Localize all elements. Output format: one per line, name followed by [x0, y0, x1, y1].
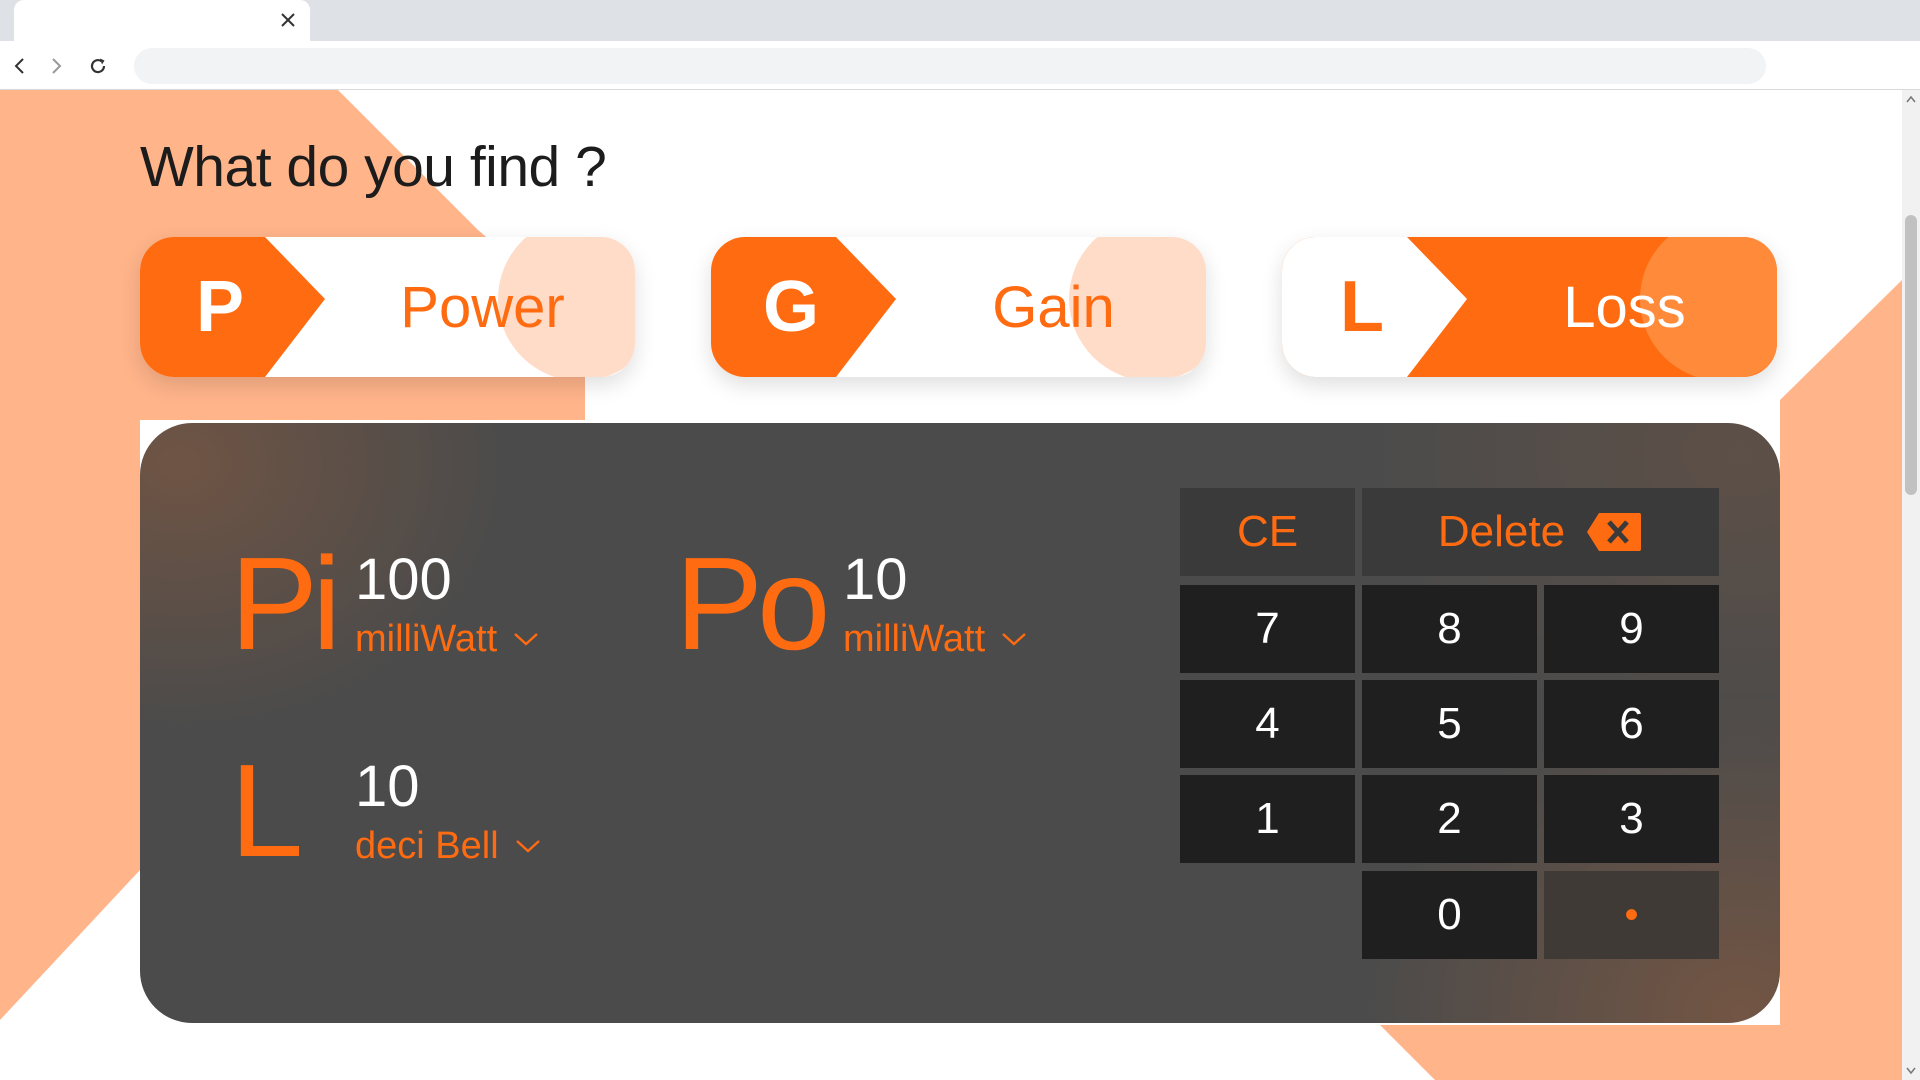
po-symbol: Po: [675, 530, 830, 677]
browser-tabstrip: [0, 0, 1920, 41]
pi-symbol: Pi: [230, 530, 341, 677]
po-value[interactable]: 10: [843, 548, 908, 612]
key-9[interactable]: 9: [1544, 585, 1719, 673]
chevron-down-icon: [513, 631, 539, 647]
key-7[interactable]: 7: [1180, 585, 1355, 673]
key-8[interactable]: 8: [1362, 585, 1537, 673]
po-unit-label: milliWatt: [843, 618, 986, 660]
key-1[interactable]: 1: [1180, 775, 1355, 863]
backspace-icon: [1585, 511, 1643, 553]
key-2[interactable]: 2: [1362, 775, 1537, 863]
scroll-up-icon[interactable]: [1902, 90, 1920, 108]
mode-label-gain: Gain: [992, 274, 1115, 340]
delete-button[interactable]: Delete: [1362, 488, 1719, 576]
browser-toolbar: [0, 41, 1920, 90]
reload-icon[interactable]: [82, 50, 114, 82]
delete-label: Delete: [1437, 507, 1566, 556]
chevron-left-icon[interactable]: [4, 50, 36, 82]
pi-unit-label: milliWatt: [355, 618, 498, 660]
pi-value[interactable]: 100: [355, 548, 452, 612]
page-title: What do you find ?: [140, 135, 607, 199]
chevron-right-icon[interactable]: [40, 50, 72, 82]
address-bar[interactable]: [134, 48, 1766, 84]
page-viewport: What do you find ? P Power G Gain L Loss: [0, 90, 1902, 1080]
l-unit-label: deci Bell: [355, 825, 499, 867]
scroll-down-icon[interactable]: [1902, 1062, 1920, 1080]
calculator-panel: Pi 100 milliWatt Po 10 milliWatt L 10 de…: [140, 423, 1780, 1023]
mode-card-power[interactable]: P Power: [140, 237, 635, 377]
ce-button[interactable]: CE: [1180, 488, 1355, 576]
mode-letter-p: P: [195, 267, 245, 347]
key-5[interactable]: 5: [1362, 680, 1537, 768]
mode-card-loss[interactable]: L Loss: [1282, 237, 1777, 377]
po-unit-dropdown[interactable]: milliWatt: [843, 618, 1027, 660]
mode-label-loss: Loss: [1563, 274, 1686, 340]
vertical-scrollbar[interactable]: [1902, 90, 1920, 1080]
chevron-down-icon: [1001, 631, 1027, 647]
mode-label-power: Power: [400, 274, 565, 340]
pi-unit-dropdown[interactable]: milliWatt: [355, 618, 539, 660]
l-symbol: L: [230, 737, 303, 884]
key-4[interactable]: 4: [1180, 680, 1355, 768]
key-decimal[interactable]: •: [1544, 871, 1719, 959]
mode-letter-g: G: [762, 267, 819, 347]
key-6[interactable]: 6: [1544, 680, 1719, 768]
mode-card-gain[interactable]: G Gain: [711, 237, 1206, 377]
browser-tab[interactable]: [14, 0, 310, 41]
mode-letter-l: L: [1340, 267, 1384, 347]
l-unit-dropdown[interactable]: deci Bell: [355, 825, 541, 867]
key-0[interactable]: 0: [1362, 871, 1537, 959]
chevron-down-icon: [515, 838, 541, 854]
l-value[interactable]: 10: [355, 755, 420, 819]
scrollbar-thumb[interactable]: [1905, 215, 1917, 495]
close-icon[interactable]: [276, 8, 300, 32]
key-3[interactable]: 3: [1544, 775, 1719, 863]
